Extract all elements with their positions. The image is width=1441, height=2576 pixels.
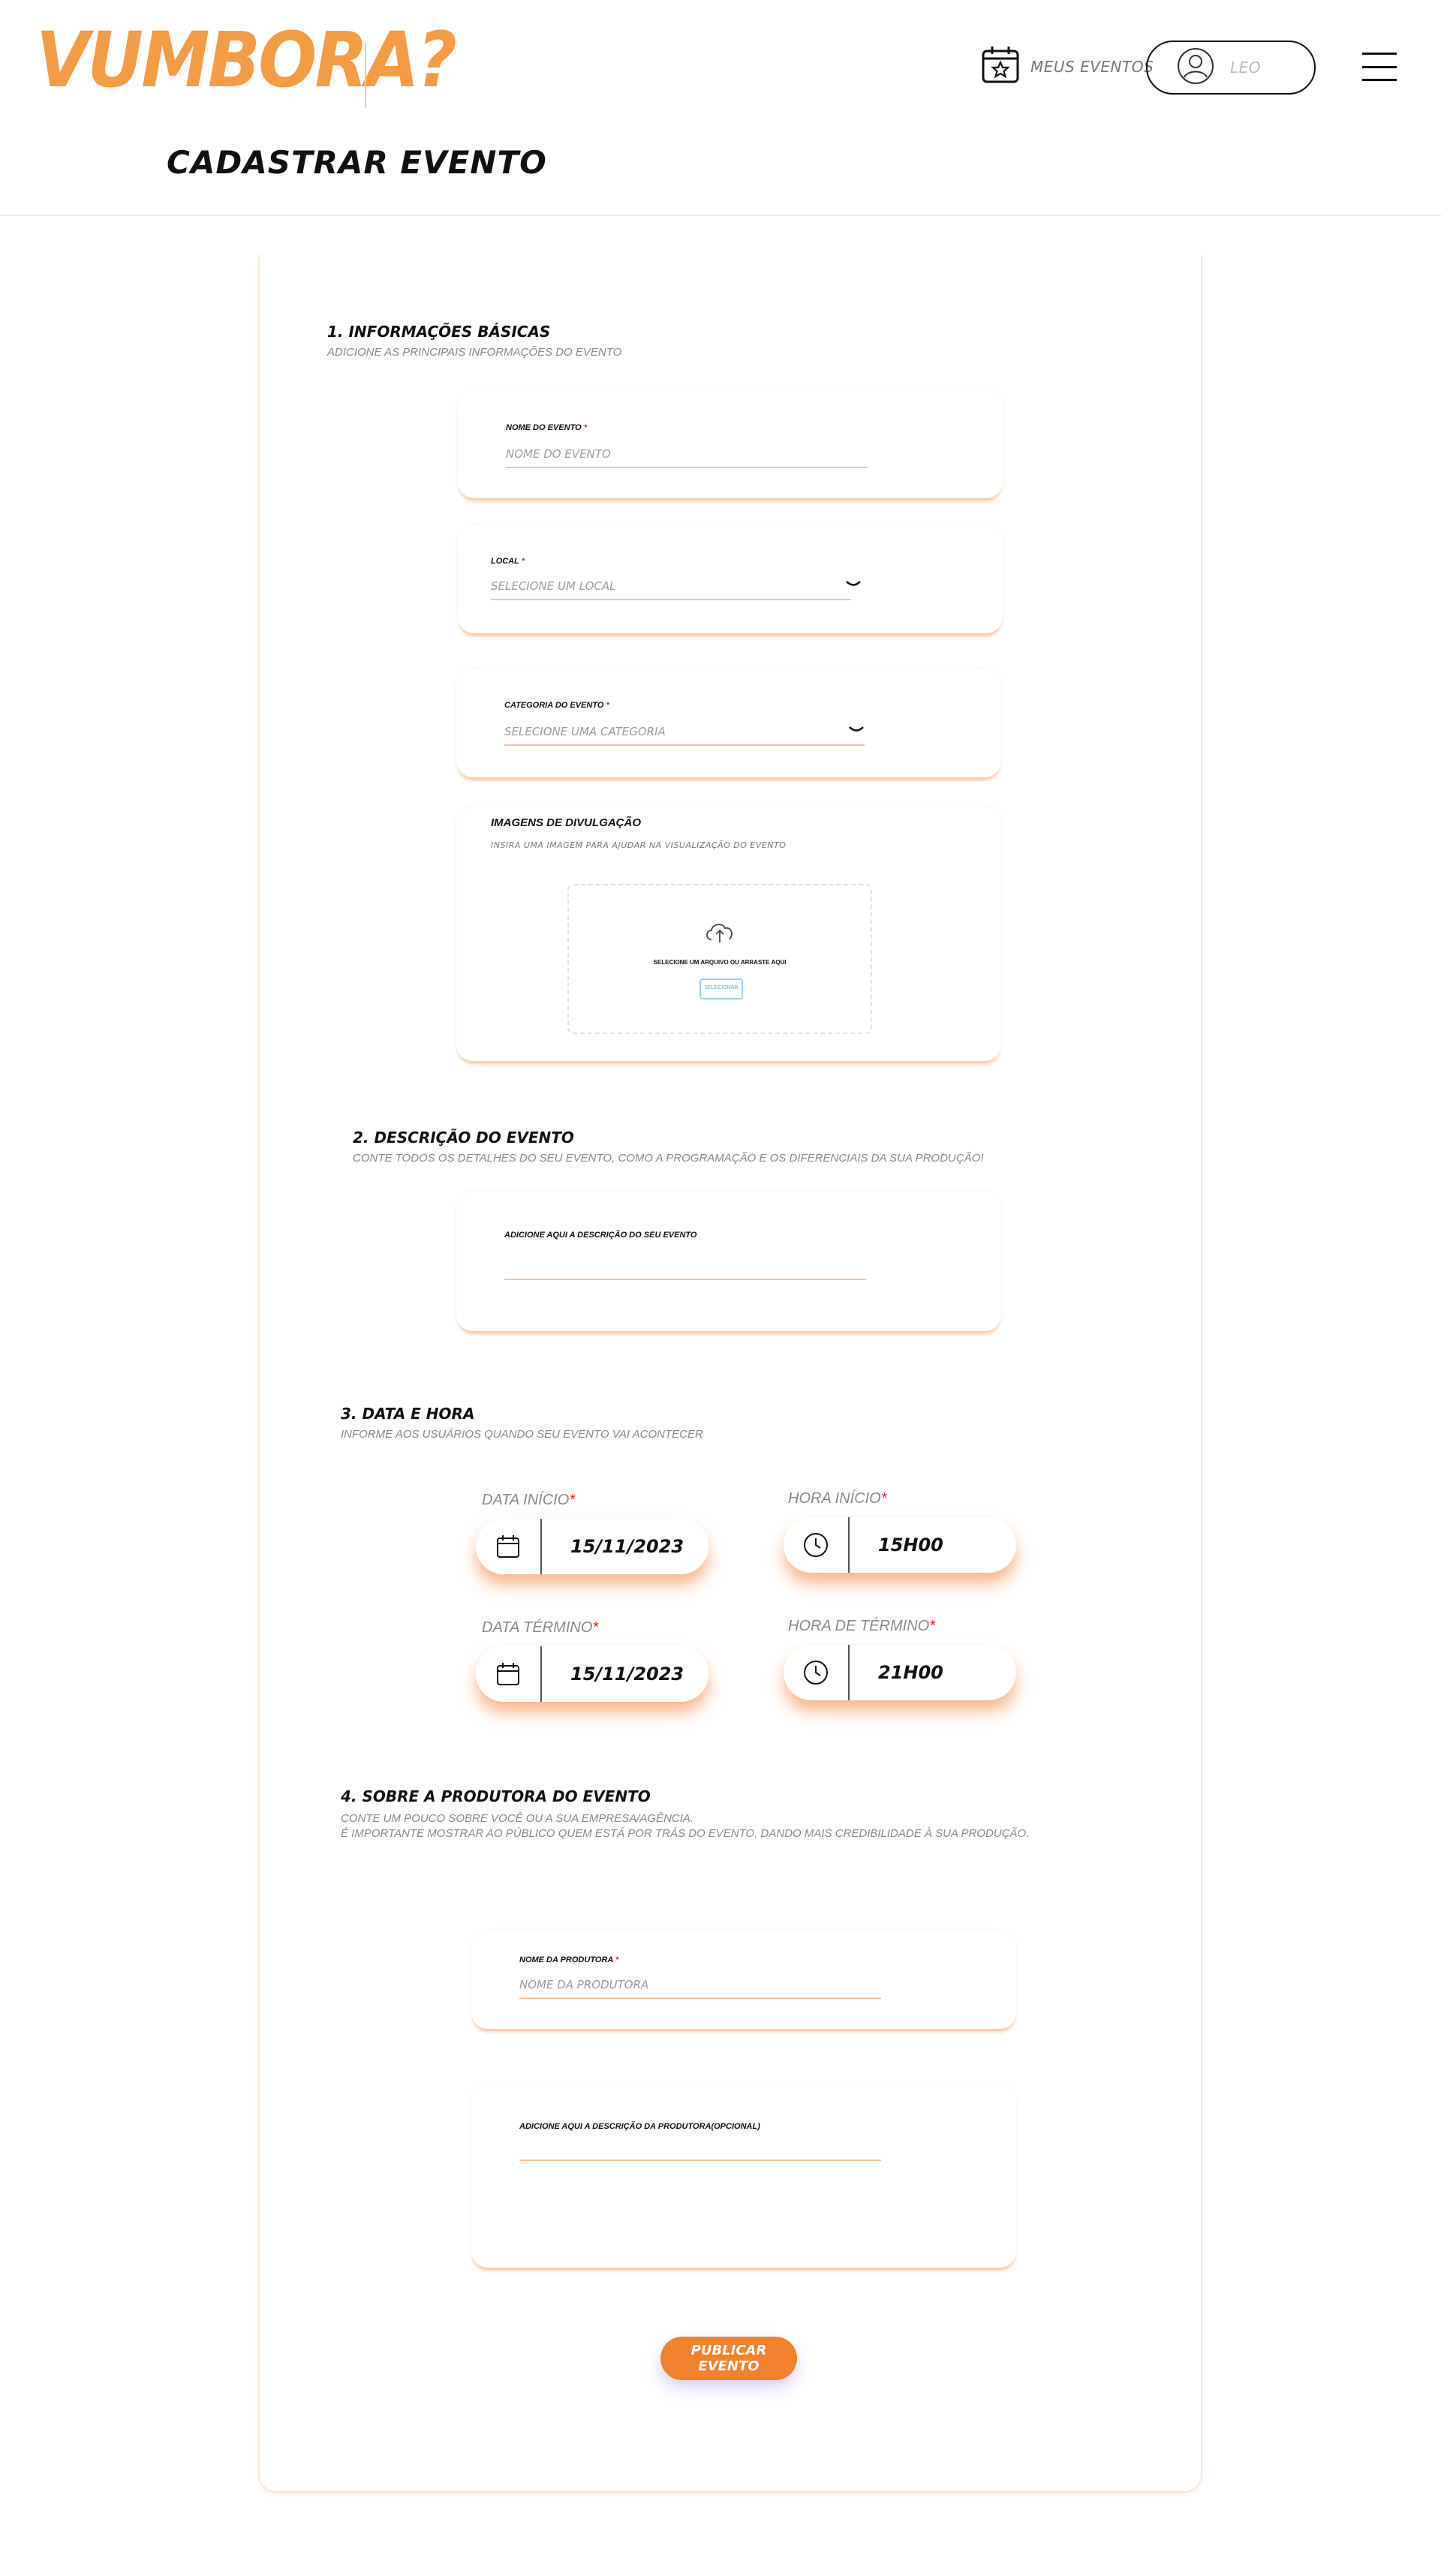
section-title: 1. INFORMAÇÕES BÁSICAS [327, 323, 551, 341]
section-title: 3. DATA E HORA [341, 1405, 475, 1423]
logo[interactable]: VUMBORA? [36, 23, 457, 99]
section-date-time-header: 3. DATA E HORA INFORME AOS USUÁRIOS QUAN… [341, 1405, 703, 1442]
chevron-down-icon[interactable] [848, 720, 865, 740]
event-description-input[interactable] [504, 1261, 866, 1280]
start-time-label: HORA INÍCIO* [788, 1490, 887, 1507]
section-subtitle-line1: CONTE UM POUCO SOBRE VOCÊ OU A SUA EMPRE… [341, 1812, 694, 1825]
calendar-icon [476, 1646, 542, 1702]
producer-description-input[interactable] [519, 2146, 881, 2161]
section-subtitle: INFORME AOS USUÁRIOS QUANDO SEU EVENTO V… [341, 1428, 703, 1441]
producer-name-label: NOME DA PRODUTORA * [519, 1955, 619, 1964]
section-subtitle-line2: É IMPORTANTE MOSTRAR AO PÚBLICO QUEM EST… [341, 1827, 1030, 1841]
clock-icon [784, 1645, 850, 1700]
start-date-value: 15/11/2023 [570, 1536, 684, 1557]
end-time-label: HORA DE TÉRMINO* [788, 1618, 935, 1634]
location-select[interactable] [491, 579, 851, 600]
my-events-link[interactable]: MEUS EVENTOS [981, 45, 1154, 88]
end-time-value: 21H00 [878, 1662, 943, 1683]
hamburger-menu-icon[interactable] [1362, 53, 1397, 81]
chevron-down-icon[interactable] [845, 575, 862, 594]
event-description-card: ADICIONE AQUI A DESCRIÇÃO DO SEU EVENTO [456, 1192, 1001, 1331]
section-description-header: 2. DESCRIÇÃO DO EVENTO CONTE TODOS OS DE… [353, 1129, 983, 1166]
end-time-field[interactable]: 21H00 [784, 1645, 1016, 1700]
title-bar: CADASTRAR EVENTO [0, 114, 1441, 216]
location-label: LOCAL * [491, 557, 525, 566]
event-name-card: NOME DO EVENTO * [458, 390, 1003, 498]
my-events-label: MEUS EVENTOS [1030, 57, 1154, 76]
section-producer-header: 4. SOBRE A PRODUTORA DO EVENTO CONTE UM … [341, 1787, 1029, 1842]
images-subtitle: INSIRA UMA IMAGEM PARA AJUDAR NA VISUALI… [491, 840, 787, 850]
producer-description-label: ADICIONE AQUI A DESCRIÇÃO DA PRODUTORA(O… [519, 2122, 760, 2131]
producer-name-card: NOME DA PRODUTORA * [471, 1931, 1016, 2029]
page-title: CADASTRAR EVENTO [167, 144, 547, 181]
calendar-icon [476, 1519, 542, 1574]
end-date-value: 15/11/2023 [570, 1664, 684, 1685]
start-time-field[interactable]: 15H00 [784, 1517, 1016, 1573]
category-select[interactable] [504, 725, 865, 746]
section-basic-info-header: 1. INFORMAÇÕES BÁSICAS ADICIONE AS PRINC… [327, 323, 621, 360]
calendar-star-icon [981, 45, 1020, 88]
category-label: CATEGORIA DO EVENTO * [504, 701, 609, 710]
top-navbar: VUMBORA? MEUS EVENTOS LEO [0, 0, 1441, 115]
section-subtitle: ADICIONE AS PRINCIPAIS INFORMAÇÕES DO EV… [327, 346, 622, 359]
select-file-button[interactable]: SELECIONAR [699, 978, 743, 999]
dropzone-text: SELECIONE UM ARQUIVO OU ARRASTE AQUI [653, 959, 787, 966]
producer-name-input[interactable] [519, 1978, 881, 1999]
cloud-upload-icon [704, 920, 736, 948]
user-name: LEO [1230, 59, 1262, 77]
section-title: 2. DESCRIÇÃO DO EVENTO [353, 1129, 574, 1147]
start-time-value: 15H00 [878, 1534, 943, 1556]
logo-divider [365, 42, 366, 108]
location-card: LOCAL * [458, 525, 1003, 633]
end-date-field[interactable]: 15/11/2023 [476, 1646, 708, 1702]
section-title: 4. SOBRE A PRODUTORA DO EVENTO [341, 1787, 651, 1805]
start-date-field[interactable]: 15/11/2023 [476, 1519, 708, 1574]
event-name-input[interactable] [506, 447, 868, 468]
image-dropzone[interactable]: SELECIONE UM ARQUIVO OU ARRASTE AQUI SEL… [567, 884, 872, 1034]
event-name-label: NOME DO EVENTO * [506, 423, 587, 432]
publish-event-button[interactable]: PUBLICAR EVENTO [660, 2337, 797, 2380]
clock-icon [784, 1517, 850, 1573]
user-menu-button[interactable]: LEO [1146, 41, 1316, 95]
end-date-label: DATA TÉRMINO* [482, 1619, 599, 1636]
section-subtitle: CONTE TODOS OS DETALHES DO SEU EVENTO, C… [353, 1152, 984, 1165]
start-date-label: DATA INÍCIO* [482, 1492, 576, 1508]
category-card: CATEGORIA DO EVENTO * [456, 669, 1001, 777]
user-avatar-icon [1176, 47, 1215, 89]
event-description-label: ADICIONE AQUI A DESCRIÇÃO DO SEU EVENTO [504, 1231, 697, 1240]
images-title: IMAGENS DE DIVULGAÇÃO [491, 816, 642, 829]
producer-description-card: ADICIONE AQUI A DESCRIÇÃO DA PRODUTORA(O… [471, 2086, 1016, 2268]
